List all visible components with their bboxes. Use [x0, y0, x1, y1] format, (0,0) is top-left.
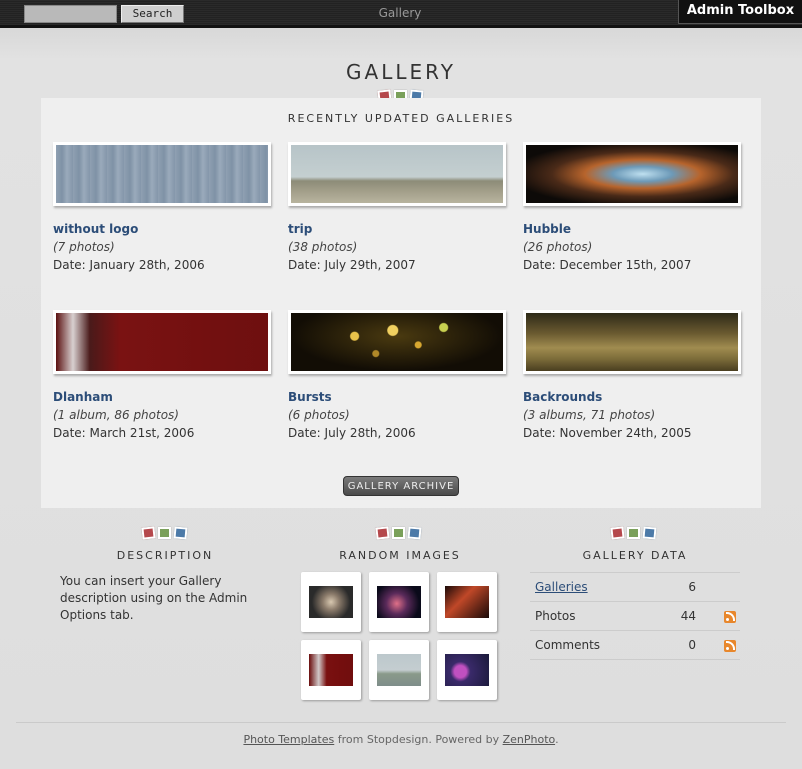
album-date: Date: July 28th, 2006 [288, 426, 416, 440]
top-bar: Search Gallery Admin Toolbox [0, 0, 802, 28]
rss-icon[interactable] [724, 610, 736, 623]
album-date: Date: December 15th, 2007 [523, 258, 692, 272]
footer-text: from Stopdesign. Powered by [334, 733, 503, 746]
album-title-link[interactable]: Backrounds [523, 390, 743, 404]
description-heading: DESCRIPTION [116, 549, 214, 562]
album-date: Date: November 24th, 2005 [523, 426, 692, 440]
footer-divider [16, 722, 786, 723]
album-thumbnail[interactable] [53, 310, 271, 374]
galleries-link[interactable]: Galleries [535, 580, 588, 594]
recent-galleries-panel: RECENTLY UPDATED GALLERIES without logo … [41, 98, 761, 508]
album-date: Date: July 29th, 2007 [288, 258, 416, 272]
random-image[interactable] [301, 640, 361, 700]
section-heading: RECENTLY UPDATED GALLERIES [287, 112, 515, 125]
footer: Photo Templates from Stopdesign. Powered… [0, 733, 802, 746]
table-row: Photos 44 [530, 601, 740, 631]
gallery-archive-button[interactable]: GALLERY ARCHIVE [343, 476, 459, 496]
page-title: GALLERY [346, 60, 456, 84]
album-thumbnail[interactable] [523, 310, 741, 374]
table-row: Comments 0 [530, 630, 740, 660]
album-thumbnail[interactable] [523, 142, 741, 206]
album-thumbnail[interactable] [288, 142, 506, 206]
squares-icon [141, 526, 188, 540]
random-image[interactable] [437, 640, 497, 700]
album-thumbnail[interactable] [53, 142, 271, 206]
gallery-data-table: Galleries 6 Photos 44 Comments 0 [530, 572, 740, 660]
random-image[interactable] [437, 572, 497, 632]
album-card: Bursts (6 photos) Date: July 28th, 2006 [288, 310, 508, 440]
album-count: (1 album, 86 photos) [53, 408, 179, 422]
album-card: without logo (7 photos) Date: January 28… [53, 142, 273, 272]
album-title-link[interactable]: trip [288, 222, 508, 236]
gallery-data-heading: GALLERY DATA [582, 549, 688, 562]
search-input[interactable] [24, 5, 117, 23]
album-date: Date: January 28th, 2006 [53, 258, 205, 272]
comments-count: 0 [660, 630, 696, 660]
album-count: (3 albums, 71 photos) [523, 408, 656, 422]
galleries-count: 6 [660, 572, 696, 602]
table-row: Galleries 6 [530, 572, 740, 602]
album-card: Dlanham (1 album, 86 photos) Date: March… [53, 310, 273, 440]
bar-title: Gallery [378, 6, 422, 20]
random-image[interactable] [301, 572, 361, 632]
album-count: (38 photos) [288, 240, 358, 254]
random-images-heading: RANDOM IMAGES [339, 549, 461, 562]
description-text: You can insert your Gallery description … [60, 574, 248, 622]
album-date: Date: March 21st, 2006 [53, 426, 195, 440]
album-title-link[interactable]: without logo [53, 222, 273, 236]
rss-icon[interactable] [724, 639, 736, 652]
footer-end: . [555, 733, 559, 746]
photos-label: Photos [530, 601, 660, 631]
album-title-link[interactable]: Hubble [523, 222, 743, 236]
album-card: Backrounds (3 albums, 71 photos) Date: N… [523, 310, 743, 440]
squares-icon [375, 526, 422, 540]
photo-templates-link[interactable]: Photo Templates [243, 733, 334, 746]
zenphoto-link[interactable]: ZenPhoto [503, 733, 555, 746]
album-title-link[interactable]: Dlanham [53, 390, 273, 404]
photos-count: 44 [660, 601, 696, 631]
album-card: Hubble (26 photos) Date: December 15th, … [523, 142, 743, 272]
comments-label: Comments [530, 630, 660, 660]
album-count: (26 photos) [523, 240, 593, 254]
album-count: (7 photos) [53, 240, 115, 254]
album-card: trip (38 photos) Date: July 29th, 2007 [288, 142, 508, 272]
admin-toolbox-button[interactable]: Admin Toolbox [678, 0, 802, 24]
random-image[interactable] [369, 572, 429, 632]
album-count: (6 photos) [288, 408, 350, 422]
random-image[interactable] [369, 640, 429, 700]
squares-icon [610, 526, 657, 540]
search-button[interactable]: Search [121, 5, 184, 23]
album-title-link[interactable]: Bursts [288, 390, 508, 404]
album-thumbnail[interactable] [288, 310, 506, 374]
